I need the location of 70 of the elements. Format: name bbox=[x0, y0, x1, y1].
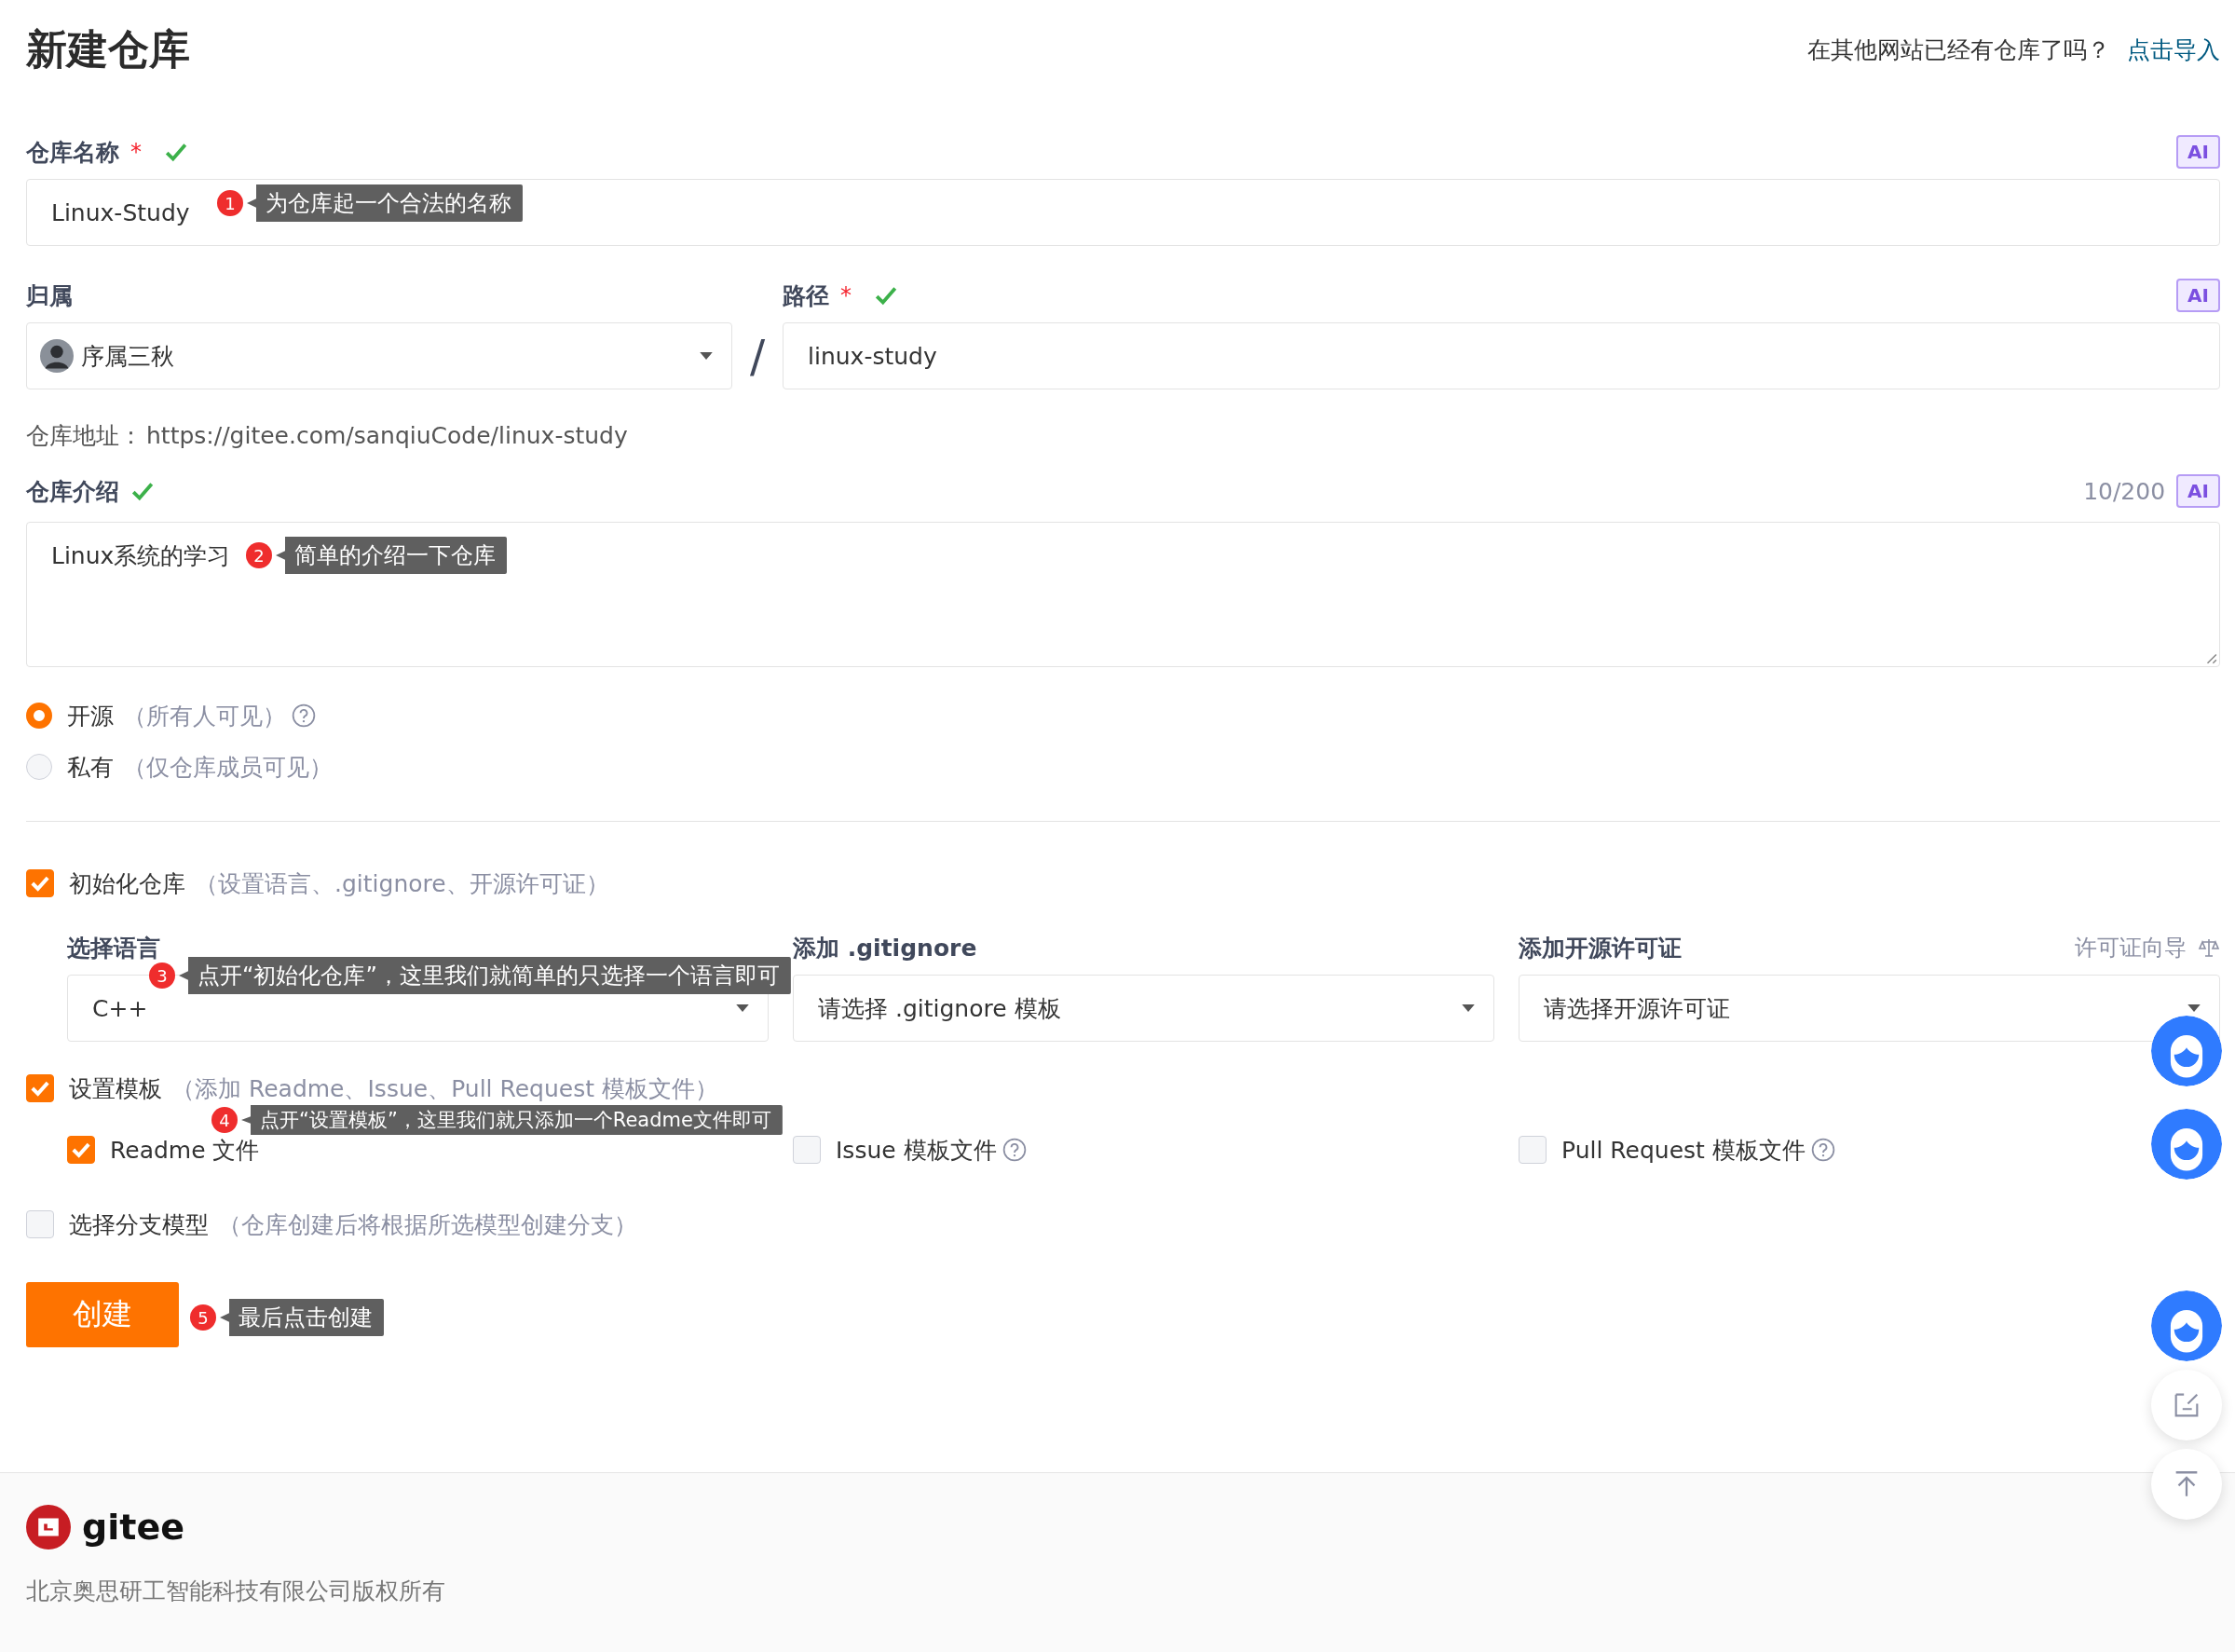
step-number: 1 bbox=[217, 190, 243, 216]
annotation-tooltip: 简单的介绍一下仓库 bbox=[276, 537, 507, 574]
step-number: 2 bbox=[246, 542, 272, 568]
checkbox[interactable] bbox=[1519, 1136, 1547, 1164]
dropdown-select[interactable]: 请选择 .gitignore 模板 bbox=[793, 975, 1494, 1042]
help-icon[interactable] bbox=[1810, 1138, 1835, 1162]
step-number: 5 bbox=[190, 1304, 216, 1331]
checkbox[interactable] bbox=[26, 1210, 54, 1238]
url-label: 仓库地址： bbox=[26, 421, 143, 451]
resize-grip-icon bbox=[2204, 651, 2217, 664]
ai-button[interactable]: AI bbox=[2176, 279, 2220, 312]
avatar-icon bbox=[40, 339, 74, 373]
path-separator: / bbox=[749, 329, 766, 384]
annotation-tooltip: 为仓库起一个合法的名称 bbox=[247, 184, 523, 222]
option-hint: （添加 Readme、Issue、Pull Request 模板文件） bbox=[171, 1073, 718, 1104]
annotation-tooltip: 点开“初始化仓库”，这里我们就简单的只选择一个语言即可 bbox=[179, 957, 791, 994]
caret-icon bbox=[736, 1003, 749, 1013]
caret-icon bbox=[2187, 1003, 2201, 1013]
step-number: 4 bbox=[211, 1107, 238, 1133]
owner-select[interactable]: 序属三秋 bbox=[26, 322, 732, 389]
checkbox[interactable] bbox=[67, 1136, 95, 1164]
required-mark: * bbox=[130, 139, 142, 165]
required-mark: * bbox=[840, 282, 852, 308]
help-icon[interactable] bbox=[292, 703, 316, 728]
ai-button[interactable]: AI bbox=[2176, 474, 2220, 508]
option-label: 私有 bbox=[67, 752, 114, 783]
field-label: 选择语言 bbox=[67, 933, 160, 963]
copyright-text: 北京奥思研工智能科技有限公司版权所有 bbox=[26, 1577, 446, 1606]
option-label: Issue 模板文件 bbox=[836, 1135, 997, 1166]
radio-button[interactable] bbox=[26, 703, 52, 729]
scale-icon bbox=[2198, 936, 2220, 959]
dropdown-select[interactable]: 请选择开源许可证 bbox=[1519, 975, 2220, 1042]
ai-button[interactable]: AI bbox=[2176, 135, 2220, 169]
import-link[interactable]: 点击导入 bbox=[2127, 34, 2220, 65]
field-label: 添加 .gitignore bbox=[793, 933, 977, 963]
support-avatar-icon[interactable] bbox=[2151, 1290, 2222, 1361]
logo-icon bbox=[26, 1505, 71, 1550]
annotation-tooltip: 最后点击创建 bbox=[220, 1299, 384, 1336]
option-label: 设置模板 bbox=[69, 1073, 162, 1104]
radio-button[interactable] bbox=[26, 754, 52, 780]
checkbox[interactable] bbox=[793, 1136, 821, 1164]
field-label: 添加开源许可证 bbox=[1519, 933, 1682, 963]
field-label: 路径 bbox=[783, 280, 829, 311]
field-label: 归属 bbox=[26, 280, 73, 311]
caret-icon bbox=[700, 351, 713, 361]
help-icon[interactable] bbox=[1002, 1138, 1027, 1162]
page-title: 新建仓库 bbox=[26, 24, 190, 75]
import-prompt: 在其他网站已经有仓库了吗？ bbox=[1807, 34, 2110, 65]
support-avatar-icon[interactable] bbox=[2151, 1109, 2222, 1180]
option-label: Pull Request 模板文件 bbox=[1561, 1135, 1806, 1166]
option-label: 开源 bbox=[67, 701, 114, 731]
option-hint: （设置语言、.gitignore、开源许可证） bbox=[195, 868, 609, 899]
field-label: 仓库介绍 bbox=[26, 476, 119, 507]
option-label: 初始化仓库 bbox=[69, 868, 185, 899]
option-hint: （所有人可见） bbox=[123, 701, 286, 731]
path-field[interactable]: linux-study bbox=[783, 322, 2220, 389]
annotation-tooltip: 点开“设置模板”，这里我们就只添加一个Readme文件即可 bbox=[241, 1105, 783, 1135]
step-number: 3 bbox=[149, 963, 175, 989]
support-avatar-icon[interactable] bbox=[2151, 1016, 2222, 1086]
option-label: Readme 文件 bbox=[110, 1135, 260, 1166]
field-label: 仓库名称 bbox=[26, 137, 119, 168]
caret-icon bbox=[1462, 1003, 1475, 1013]
brand-name: gitee bbox=[82, 1507, 184, 1548]
option-hint: （仓库创建后将根据所选模型创建分支） bbox=[218, 1209, 637, 1240]
option-label: 选择分支模型 bbox=[69, 1209, 209, 1240]
checkbox[interactable] bbox=[26, 1074, 54, 1102]
repo-url: https://gitee.com/sanqiuCode/linux-study bbox=[146, 421, 628, 451]
char-counter: 10/200 bbox=[2083, 477, 2166, 505]
checkbox[interactable] bbox=[26, 869, 54, 897]
option-hint: （仅仓库成员可见） bbox=[123, 752, 333, 783]
